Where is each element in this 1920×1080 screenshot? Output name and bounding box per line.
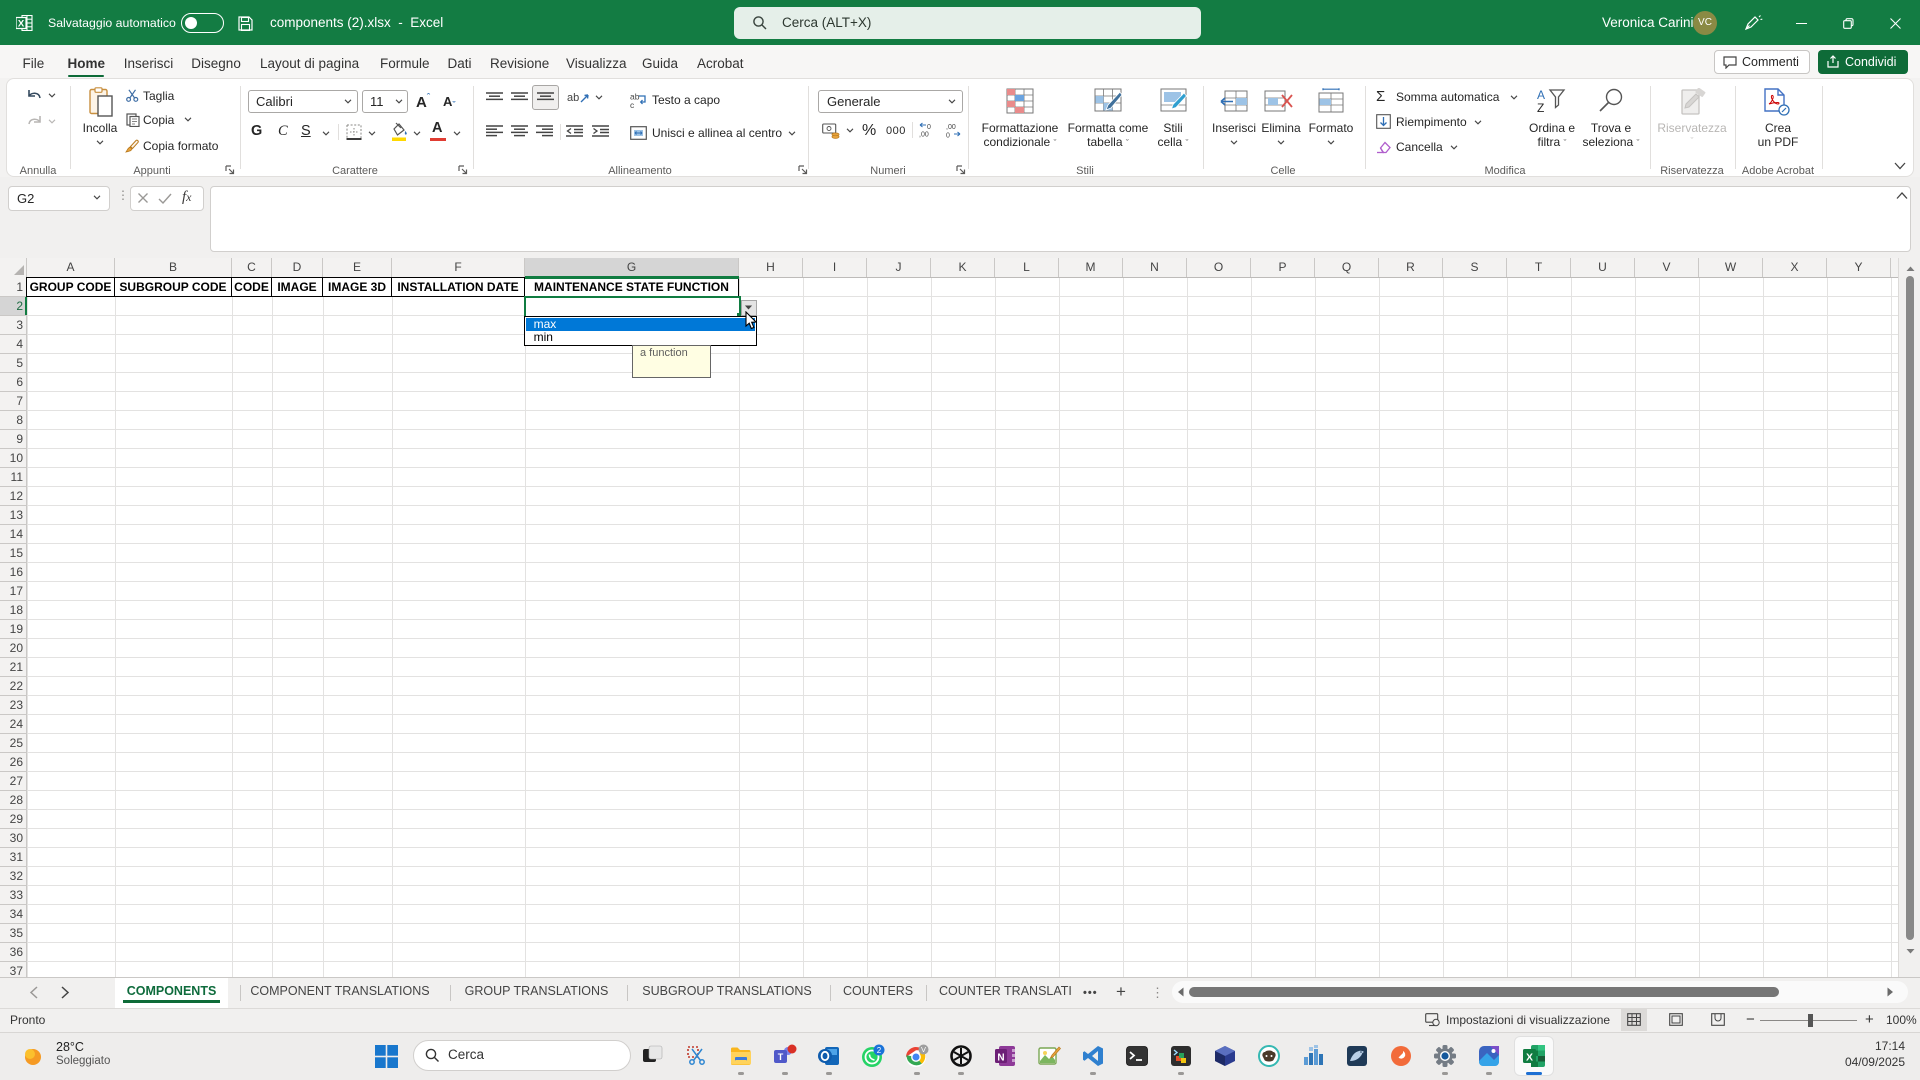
svg-text:T: T	[778, 1052, 784, 1062]
svg-text:2: 2	[877, 1046, 882, 1055]
svg-text:0: 0	[927, 124, 931, 131]
svg-text:V: V	[921, 1045, 926, 1054]
svg-text:,00: ,00	[919, 132, 929, 139]
svg-text:ab: ab	[567, 92, 579, 104]
svg-text:Z: Z	[1537, 101, 1544, 114]
svg-text:A: A	[1537, 88, 1545, 102]
svg-text:X: X	[18, 19, 25, 30]
svg-text:N: N	[997, 1053, 1004, 1064]
svg-text:X: X	[1526, 1052, 1533, 1064]
svg-text:0: 0	[946, 133, 950, 139]
